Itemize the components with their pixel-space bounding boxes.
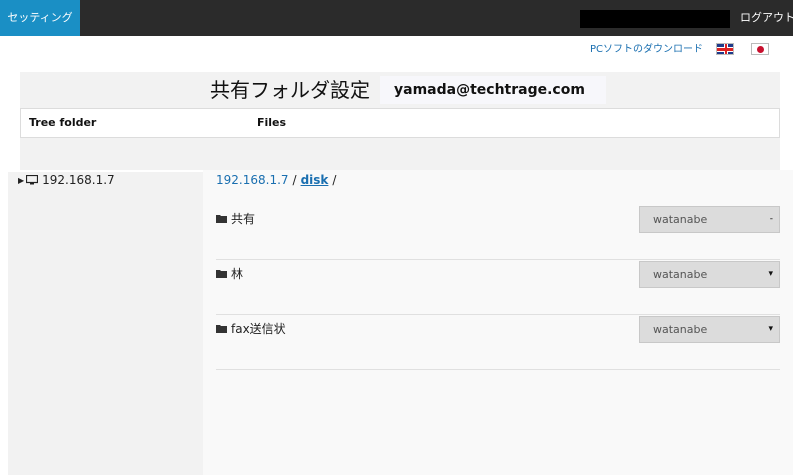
list-item: 共有 watanabe - [216, 204, 780, 260]
folder-entry[interactable]: 共有 [216, 210, 255, 227]
owner-select[interactable]: watanabe ▾ [639, 261, 780, 288]
breadcrumb-folder-link[interactable]: disk [301, 173, 329, 187]
redacted-user-area [580, 10, 730, 28]
owner-select[interactable]: watanabe - [639, 206, 780, 233]
list-item: fax送信状 watanabe ▾ [216, 314, 780, 370]
computer-icon [26, 175, 39, 185]
folder-entry[interactable]: 林 [216, 265, 243, 282]
folder-icon [216, 212, 227, 226]
tree-panel [8, 172, 203, 475]
tree-folder-header: Tree folder [29, 116, 97, 129]
owner-select-value: watanabe [653, 268, 708, 281]
tree-node-label: 192.168.1.7 [42, 173, 115, 187]
folder-name: 共有 [231, 212, 256, 226]
logout-button[interactable]: ログアウト [740, 0, 793, 36]
chevron-down-icon[interactable]: ▾ [768, 262, 773, 287]
japan-flag-icon[interactable] [751, 43, 769, 55]
pc-software-download-link[interactable]: PCソフトのダウンロード [590, 40, 703, 55]
folder-icon [216, 322, 227, 336]
uk-flag-icon[interactable] [716, 43, 734, 55]
tree-node-host[interactable]: ▶ 192.168.1.7 [18, 173, 115, 187]
list-item: 林 watanabe ▾ [216, 259, 780, 315]
files-header: Files [257, 116, 287, 129]
breadcrumb: 192.168.1.7/disk / [216, 173, 340, 187]
folder-entry[interactable]: fax送信状 [216, 320, 286, 337]
breadcrumb-separator: / [292, 173, 297, 187]
chevron-down-icon[interactable]: - [770, 207, 773, 232]
owner-select[interactable]: watanabe ▾ [639, 316, 780, 343]
spacer-band [20, 138, 780, 170]
owner-select-value: watanabe [653, 323, 708, 336]
chevron-down-icon[interactable]: ▾ [768, 317, 773, 342]
column-header: Tree folder Files [20, 108, 780, 138]
breadcrumb-host-link[interactable]: 192.168.1.7 [216, 173, 289, 187]
folder-icon [216, 267, 227, 281]
folder-name: 林 [231, 267, 244, 281]
caret-right-icon[interactable]: ▶ [18, 176, 24, 185]
folder-name: fax送信状 [231, 322, 286, 336]
owner-select-value: watanabe [653, 213, 708, 226]
top-nav-bar: セッティング ログアウト [0, 0, 793, 36]
user-email: yamada@techtrage.com [380, 76, 606, 104]
page-title: 共有フォルダ設定 [210, 78, 370, 102]
breadcrumb-separator: / [332, 173, 337, 187]
tab-settings[interactable]: セッティング [0, 0, 80, 36]
